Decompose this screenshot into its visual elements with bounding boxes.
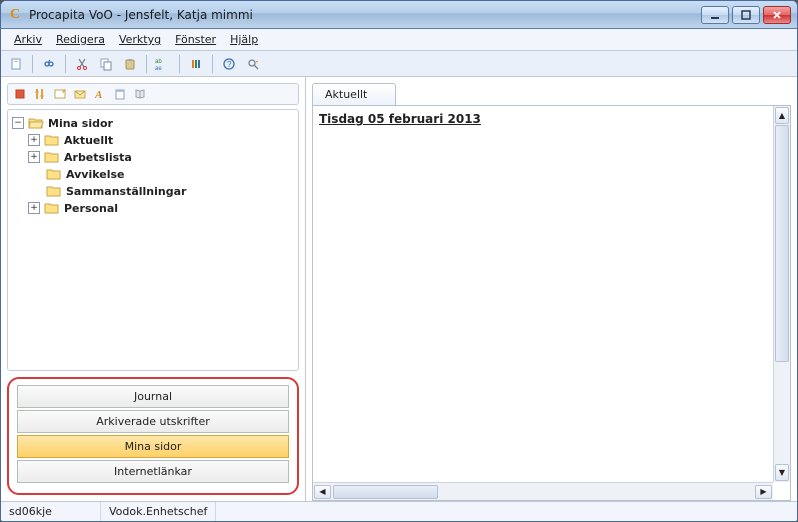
nav-journal-button[interactable]: Journal — [17, 385, 289, 408]
status-user: sd06kje — [1, 502, 101, 521]
scroll-thumb[interactable] — [333, 485, 438, 499]
tree-root-mina-sidor[interactable]: − Mina sidor — [10, 115, 296, 131]
nav-label: Mina sidor — [125, 440, 182, 453]
find-button[interactable] — [38, 53, 60, 75]
navigation-tree[interactable]: − Mina sidor + Aktuellt + Arbetslista Av… — [7, 109, 299, 371]
toolbar-separator — [32, 55, 33, 73]
menu-bar: Arkiv Redigera Verktyg Fönster Hjälp — [1, 29, 797, 51]
tab-label: Aktuellt — [325, 88, 367, 101]
folder-open-icon — [28, 116, 44, 130]
folder-icon — [44, 201, 60, 215]
tree-item-avvikelse[interactable]: Avvikelse — [10, 166, 296, 182]
status-bar: sd06kje Vodok.Enhetschef — [1, 501, 797, 521]
folder-icon — [46, 184, 62, 198]
tree-label: Personal — [64, 202, 118, 215]
copy-button[interactable] — [95, 53, 117, 75]
svg-text:A: A — [94, 89, 102, 101]
nav-button-group: Journal Arkiverade utskrifter Mina sidor… — [7, 377, 299, 495]
toolbar-separator — [179, 55, 180, 73]
expand-toggle[interactable]: + — [28, 151, 40, 163]
app-icon: C — [7, 7, 23, 23]
app-window: C Procapita VoO - Jensfelt, Katja mimmi … — [0, 0, 798, 522]
menu-hjalp[interactable]: Hjälp — [223, 31, 265, 48]
scroll-right-button[interactable]: ▶ — [755, 485, 772, 499]
tree-item-aktuellt[interactable]: + Aktuellt — [10, 132, 296, 148]
minimize-button[interactable] — [701, 6, 729, 24]
folder-icon — [44, 133, 60, 147]
search-next-button[interactable] — [242, 53, 264, 75]
tree-label: Sammanställningar — [66, 185, 186, 198]
svg-text:?: ? — [227, 60, 232, 69]
main-toolbar: abae ? — [1, 51, 797, 77]
expand-toggle[interactable]: + — [28, 202, 40, 214]
tree-item-arbetslista[interactable]: + Arbetslista — [10, 149, 296, 165]
scroll-track[interactable] — [333, 485, 753, 499]
left-panel: A − Mina sidor + Aktuellt — [1, 77, 306, 501]
tree-label: Arbetslista — [64, 151, 132, 164]
content-area: A − Mina sidor + Aktuellt — [1, 77, 797, 501]
cut-button[interactable] — [71, 53, 93, 75]
svg-text:ae: ae — [155, 66, 162, 71]
title-bar[interactable]: C Procapita VoO - Jensfelt, Katja mimmi — [1, 1, 797, 29]
scroll-track[interactable] — [775, 125, 789, 463]
toolbar-separator — [212, 55, 213, 73]
tree-label: Mina sidor — [48, 117, 113, 130]
paste-button[interactable] — [119, 53, 141, 75]
document-heading: Tisdag 05 februari 2013 — [319, 112, 782, 126]
tree-collapse-all-button[interactable] — [11, 85, 29, 103]
nav-internetlankar-button[interactable]: Internetlänkar — [17, 460, 289, 483]
tree-label: Avvikelse — [66, 168, 125, 181]
tree-label: Aktuellt — [64, 134, 113, 147]
scroll-thumb[interactable] — [775, 125, 789, 362]
help-button[interactable]: ? — [218, 53, 240, 75]
menu-verktyg[interactable]: Verktyg — [112, 31, 168, 48]
nav-label: Arkiverade utskrifter — [96, 415, 210, 428]
tree-filter-button[interactable] — [31, 85, 49, 103]
replace-button[interactable]: abae — [152, 53, 174, 75]
expand-toggle[interactable]: − — [12, 117, 24, 129]
window-title: Procapita VoO - Jensfelt, Katja mimmi — [29, 8, 253, 22]
status-role: Vodok.Enhetschef — [101, 502, 216, 521]
tree-item-sammanstallningar[interactable]: Sammanställningar — [10, 183, 296, 199]
tree-font-button[interactable]: A — [91, 85, 109, 103]
tree-notes-button[interactable] — [111, 85, 129, 103]
document-pane: Tisdag 05 februari 2013 ▲ ▼ ◀ ▶ — [312, 105, 791, 501]
options-button[interactable] — [185, 53, 207, 75]
nav-arkiverade-utskrifter-button[interactable]: Arkiverade utskrifter — [17, 410, 289, 433]
tab-aktuellt[interactable]: Aktuellt — [312, 83, 396, 105]
new-document-button[interactable] — [5, 53, 27, 75]
nav-label: Journal — [134, 390, 172, 403]
tree-book-button[interactable] — [131, 85, 149, 103]
expand-toggle[interactable]: + — [28, 134, 40, 146]
tab-bar: Aktuellt — [312, 83, 791, 105]
folder-icon — [44, 150, 60, 164]
document-body[interactable]: Tisdag 05 februari 2013 — [313, 106, 790, 482]
scroll-left-button[interactable]: ◀ — [314, 485, 331, 499]
toolbar-separator — [146, 55, 147, 73]
menu-fonster[interactable]: Fönster — [168, 31, 223, 48]
folder-icon — [46, 167, 62, 181]
menu-redigera[interactable]: Redigera — [49, 31, 112, 48]
vertical-scrollbar[interactable]: ▲ ▼ — [773, 106, 790, 482]
svg-text:ab: ab — [155, 59, 162, 65]
menu-arkiv[interactable]: Arkiv — [7, 31, 49, 48]
scroll-up-button[interactable]: ▲ — [775, 107, 789, 124]
maximize-button[interactable] — [732, 6, 760, 24]
tree-toolbar: A — [7, 83, 299, 105]
tree-edit-button[interactable] — [51, 85, 69, 103]
tree-item-personal[interactable]: + Personal — [10, 200, 296, 216]
right-panel: Aktuellt Tisdag 05 februari 2013 ▲ ▼ ◀ — [306, 77, 797, 501]
toolbar-separator — [65, 55, 66, 73]
tree-mail-button[interactable] — [71, 85, 89, 103]
nav-mina-sidor-button[interactable]: Mina sidor — [17, 435, 289, 458]
close-button[interactable] — [763, 6, 791, 24]
scroll-down-button[interactable]: ▼ — [775, 464, 789, 481]
nav-label: Internetlänkar — [114, 465, 192, 478]
horizontal-scrollbar[interactable]: ◀ ▶ — [313, 482, 773, 500]
